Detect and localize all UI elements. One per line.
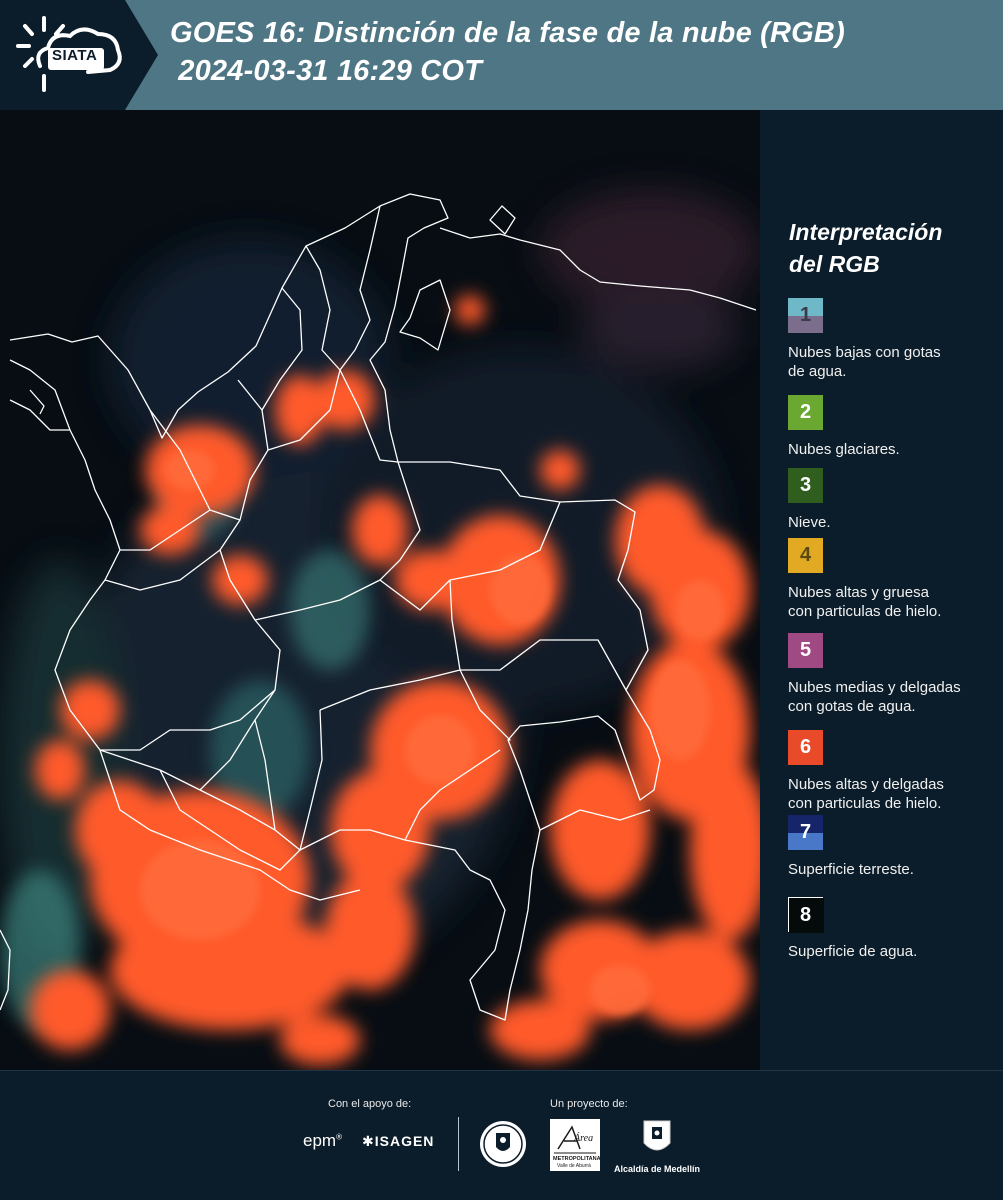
legend-label: Nubes altas y gruesa con particulas de hi… <box>788 583 998 621</box>
legend-item-8: 8 Superficie de agua. <box>788 897 998 961</box>
legend-swatch-6: 6 <box>788 730 823 765</box>
isagen-logo: ✱ISAGEN <box>362 1133 434 1150</box>
legend-number: 1 <box>799 304 812 326</box>
legend-label-line-1: Nubes medias y delgadas <box>788 679 961 696</box>
legend-swatch-5: 5 <box>788 633 823 668</box>
legend-label-line-2: con gotas de agua. <box>788 698 916 715</box>
legend-swatch-2: 2 <box>788 395 823 430</box>
legend-title-line-1: Interpretación <box>789 219 943 245</box>
legend-label: Superficie de agua. <box>788 942 998 961</box>
legend-label-line-1: Nubes bajas con gotas <box>788 344 941 361</box>
legend-swatch-1: 1 <box>788 298 823 333</box>
isagen-logo-text: ISAGEN <box>374 1133 435 1149</box>
legend-label: Nieve. <box>788 513 998 532</box>
epm-logo-text: epm <box>303 1131 337 1150</box>
title-line-1: GOES 16: Distinción de la fase de la nub… <box>170 17 845 49</box>
legend-label-line-1: Superficie de agua. <box>788 943 918 960</box>
footer: Con el apoyo de: epm® ✱ISAGEN Un proyect… <box>0 1070 1003 1200</box>
legend-swatch-4: 4 <box>788 538 823 573</box>
legend-item-5: 5 Nubes medias y delgadas con gotas de agu… <box>788 633 998 716</box>
legend-number: 3 <box>799 474 812 496</box>
legend-number: 7 <box>799 821 812 843</box>
legend-panel: Interpretación del RGB 1 Nubes bajas con … <box>762 110 1003 1070</box>
project-label: Un proyecto de: <box>550 1098 628 1110</box>
legend-label-line-1: Nieve. <box>788 514 831 531</box>
isagen-mark-icon: ✱ <box>362 1133 375 1149</box>
epm-logo-sup: ® <box>336 1132 342 1142</box>
siata-logo: SIATA <box>0 0 160 110</box>
legend-swatch-7: 7 <box>788 815 823 850</box>
legend-item-7: 7 Superficie terreste. <box>788 815 998 879</box>
legend-item-1: 1 Nubes bajas con gotas de agua. <box>788 298 998 381</box>
legend-number: 8 <box>799 904 812 926</box>
legend-label-line-1: Nubes altas y delgadas <box>788 776 944 793</box>
legend-label: Nubes altas y delgadas con particulas de … <box>788 775 998 813</box>
satellite-map <box>0 110 760 1070</box>
legend-number: 2 <box>799 401 812 423</box>
legend-title: Interpretación del RGB <box>789 216 942 280</box>
medellin-shield-icon <box>643 1120 671 1151</box>
footer-divider <box>458 1117 459 1171</box>
legend-label: Nubes glaciares. <box>788 440 998 459</box>
page-title: GOES 16: Distinción de la fase de la nub… <box>170 14 845 90</box>
legend-item-2: 2 Nubes glaciares. <box>788 395 998 459</box>
amva-logo-valle: Valle de Aburrá <box>557 1163 591 1169</box>
medellin-logo-text: Alcaldía de Medellín <box>613 1164 701 1174</box>
amva-logo-text: Área <box>574 1133 594 1144</box>
legend-label-line-1: Nubes glaciares. <box>788 441 900 458</box>
legend-label-line-2: de agua. <box>788 363 847 380</box>
legend-label: Superficie terreste. <box>788 860 998 879</box>
legend-label: Nubes medias y delgadas con gotas de agua… <box>788 678 998 716</box>
legend-title-line-2: del RGB <box>789 251 880 277</box>
legend-item-6: 6 Nubes altas y delgadas con particulas de… <box>788 730 998 813</box>
area-metropolitana-logo: Área METROPOLITANA Valle de Aburrá <box>550 1119 601 1176</box>
university-seal-icon <box>478 1119 528 1174</box>
legend-label: Nubes bajas con gotas de agua. <box>788 343 998 381</box>
satellite-image <box>0 110 760 1070</box>
legend-label-line-2: con particulas de hielo. <box>788 795 942 812</box>
legend-number: 5 <box>799 639 812 661</box>
amva-logo-subtitle: METROPOLITANA <box>553 1156 601 1162</box>
siata-logo-text: SIATA <box>52 47 98 64</box>
legend-item-4: 4 Nubes altas y gruesa con particulas de h… <box>788 538 998 621</box>
support-label: Con el apoyo de: <box>328 1098 412 1110</box>
header: SIATA GOES 16: Distinción de la fase de … <box>0 0 1003 110</box>
legend-label-line-2: con particulas de hielo. <box>788 603 942 620</box>
alcaldia-medellin-logo: Alcaldía de Medellín <box>612 1119 702 1174</box>
legend-item-3: 3 Nieve. <box>788 468 998 532</box>
legend-swatch-3: 3 <box>788 468 823 503</box>
epm-logo: epm® <box>303 1131 342 1151</box>
legend-number: 4 <box>799 544 812 566</box>
legend-swatch-8: 8 <box>788 897 824 933</box>
legend-label-line-1: Superficie terreste. <box>788 861 914 878</box>
title-timestamp: 2024-03-31 16:29 COT <box>170 55 483 87</box>
legend-label-line-1: Nubes altas y gruesa <box>788 584 929 601</box>
legend-number: 6 <box>799 736 812 758</box>
